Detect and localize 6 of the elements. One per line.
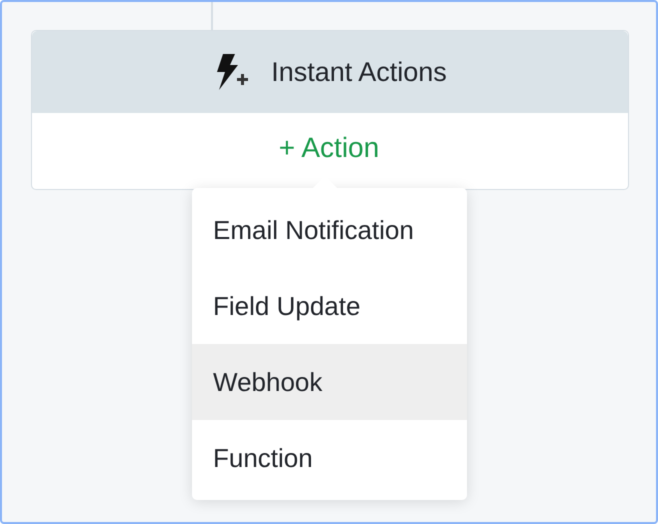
menu-item[interactable]: Webhook <box>192 344 467 420</box>
add-action-link[interactable]: + Action <box>278 132 380 164</box>
menu-item[interactable]: Field Update <box>192 268 467 344</box>
card-title: Instant Actions <box>271 56 447 88</box>
menu-item[interactable]: Email Notification <box>192 192 467 268</box>
menu-item[interactable]: Function <box>192 420 467 496</box>
